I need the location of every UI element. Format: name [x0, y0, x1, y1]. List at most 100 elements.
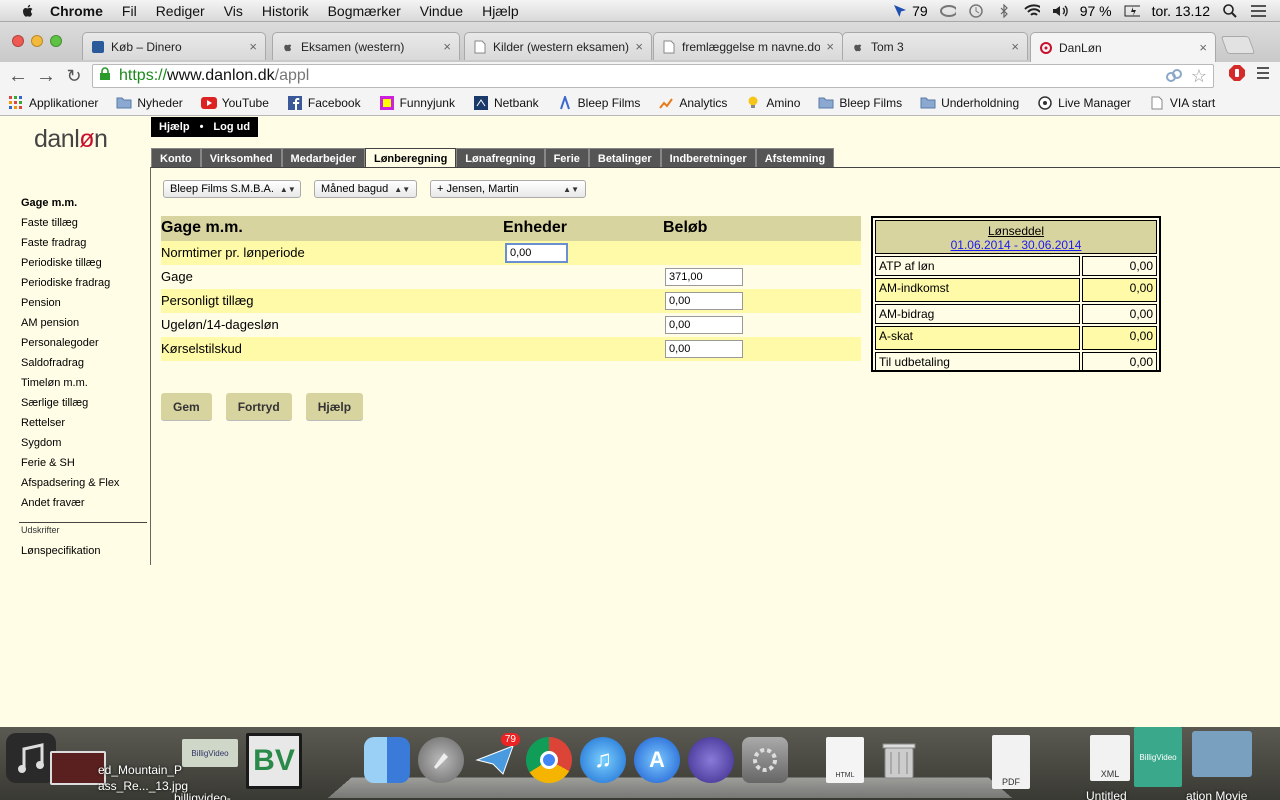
time-machine-icon[interactable]: [968, 3, 984, 18]
browser-tab-active[interactable]: DanLøn ×: [1030, 32, 1216, 62]
danlon-logo[interactable]: danløn: [34, 125, 108, 154]
browser-tab[interactable]: Eksamen (western) ×: [272, 32, 460, 60]
sidebar-item-periodiske-tillaeg[interactable]: Periodiske tillæg: [21, 257, 102, 269]
save-button[interactable]: Gem: [161, 393, 212, 420]
close-tab-icon[interactable]: ×: [826, 39, 834, 54]
forward-arrow-icon[interactable]: →: [32, 62, 60, 90]
sidebar-item-faste-tillaeg[interactable]: Faste tillæg: [21, 217, 78, 229]
sidebar-item-sygdom[interactable]: Sygdom: [21, 437, 61, 449]
spotlight-search-icon[interactable]: [1222, 3, 1238, 18]
sidebar-item-lonspecifikation[interactable]: Lønspecifikation: [21, 545, 101, 557]
sidebar-item-afspadsering[interactable]: Afspadsering & Flex: [21, 477, 119, 489]
music-note-icon[interactable]: [6, 733, 56, 783]
bookmark-bleep-films[interactable]: Bleep Films: [557, 95, 640, 110]
close-tab-icon[interactable]: ×: [1011, 39, 1019, 54]
help-button[interactable]: Hjælp: [305, 393, 364, 420]
bookmark-amino[interactable]: Amino: [745, 96, 800, 110]
creative-cloud-icon[interactable]: [939, 4, 956, 18]
billigvideo-thumbnail-icon[interactable]: BilligVideo: [182, 739, 238, 767]
menu-hjaelp[interactable]: Hjælp: [482, 3, 519, 19]
tab-konto[interactable]: Konto: [151, 148, 201, 168]
sidebar-item-faste-fradrag[interactable]: Faste fradrag: [21, 237, 86, 249]
ugelon-amount-input[interactable]: [665, 316, 743, 334]
menu-fil[interactable]: Fil: [122, 3, 137, 19]
bookmark-analytics[interactable]: Analytics: [658, 96, 727, 110]
apple-menu-icon[interactable]: [20, 3, 36, 19]
volume-icon[interactable]: [1052, 4, 1068, 18]
period-select[interactable]: Måned bagud ▲▼: [314, 180, 417, 198]
wifi-icon[interactable]: [1023, 3, 1040, 18]
close-tab-icon[interactable]: ×: [1199, 40, 1207, 55]
new-tab-button[interactable]: [1220, 36, 1256, 54]
sidebar-item-rettelser[interactable]: Rettelser: [21, 417, 65, 429]
bookmark-nyheder[interactable]: Nyheder: [116, 96, 183, 110]
bookmark-live-manager[interactable]: Live Manager: [1037, 96, 1131, 110]
close-tab-icon[interactable]: ×: [635, 39, 643, 54]
bv-app-icon[interactable]: BV: [246, 733, 302, 789]
help-link[interactable]: Hjælp: [159, 121, 190, 133]
close-window-button[interactable]: [12, 35, 24, 47]
korselstilskud-amount-input[interactable]: [665, 340, 743, 358]
sidebar-item-pension[interactable]: Pension: [21, 297, 61, 309]
xml-file-icon[interactable]: XML: [1090, 735, 1130, 781]
sidebar-item-personalegoder[interactable]: Personalegoder: [21, 337, 99, 349]
tab-virksomhed[interactable]: Virksomhed: [200, 148, 282, 168]
sidebar-item-ferie-sh[interactable]: Ferie & SH: [21, 457, 75, 469]
finder-icon[interactable]: [364, 737, 410, 783]
bookmark-via-start[interactable]: VIA start: [1149, 96, 1215, 110]
tab-indberetninger[interactable]: Indberetninger: [660, 148, 756, 168]
menu-vis[interactable]: Vis: [224, 3, 243, 19]
bookmark-netbank[interactable]: Netbank: [473, 95, 539, 110]
notification-center-icon[interactable]: [1250, 4, 1266, 18]
bookmark-youtube[interactable]: YouTube: [200, 96, 269, 110]
browser-tab[interactable]: fremlæggelse m navne.docx ×: [653, 32, 843, 60]
sidebar-item-gage[interactable]: Gage m.m.: [21, 197, 77, 209]
browser-tab[interactable]: Tom 3 ×: [842, 32, 1028, 60]
normtimer-units-input[interactable]: [505, 243, 568, 263]
close-tab-icon[interactable]: ×: [249, 39, 257, 54]
html-file-icon[interactable]: HTML: [826, 737, 864, 783]
bluetooth-icon[interactable]: [996, 3, 1012, 18]
location-arrow-icon[interactable]: [892, 4, 908, 18]
browser-tab[interactable]: Køb – Dinero ×: [82, 32, 266, 60]
chrome-icon[interactable]: [526, 737, 572, 783]
folder-icon[interactable]: [1192, 731, 1252, 777]
app-store-icon[interactable]: A: [634, 737, 680, 783]
system-preferences-icon[interactable]: [742, 737, 788, 783]
sidebar-item-saldofradrag[interactable]: Saldofradrag: [21, 357, 84, 369]
script-editor-icon[interactable]: [688, 737, 734, 783]
back-arrow-icon[interactable]: ←: [4, 62, 32, 90]
menu-bogmaerker[interactable]: Bogmærker: [328, 3, 401, 19]
chrome-menu-icon[interactable]: [1256, 65, 1270, 84]
pdf-file-icon[interactable]: PDF: [992, 735, 1030, 789]
tab-lonafregning[interactable]: Lønafregning: [456, 148, 545, 168]
company-select[interactable]: Bleep Films S.M.B.A. ▲▼: [163, 180, 301, 198]
sidebar-item-timelon[interactable]: Timeløn m.m.: [21, 377, 88, 389]
minimize-window-button[interactable]: [31, 35, 43, 47]
reload-icon[interactable]: ↻: [60, 62, 88, 90]
address-bar[interactable]: https://www.danlon.dk/appl ☆: [92, 64, 1214, 88]
battery-icon[interactable]: [1124, 4, 1140, 18]
menu-rediger[interactable]: Rediger: [156, 3, 205, 19]
tab-lonberegning[interactable]: Lønberegning: [364, 148, 457, 168]
bookmark-funnyjunk[interactable]: Funnyjunk: [379, 95, 455, 110]
bookmark-bleep-films-folder[interactable]: Bleep Films: [818, 96, 902, 110]
bookmark-facebook[interactable]: Facebook: [287, 95, 361, 110]
billigvideo-thumbnail-icon[interactable]: BilligVideo: [1134, 727, 1182, 787]
launchpad-rocket-icon[interactable]: [418, 737, 464, 783]
personligt-tillaeg-amount-input[interactable]: [665, 292, 743, 310]
adblock-icon[interactable]: [1228, 64, 1246, 85]
tab-afstemning[interactable]: Afstemning: [755, 148, 835, 168]
cancel-button[interactable]: Fortryd: [225, 393, 292, 420]
browser-tab[interactable]: Kilder (western eksamen) ×: [464, 32, 652, 60]
sidebar-item-am-pension[interactable]: AM pension: [21, 317, 79, 329]
payslip-period-link[interactable]: 01.06.2014 - 30.06.2014: [876, 238, 1156, 252]
trash-icon[interactable]: [876, 737, 922, 783]
employee-select[interactable]: + Jensen, Martin ▲▼: [430, 180, 586, 198]
menu-historik[interactable]: Historik: [262, 3, 309, 19]
sidebar-item-saerlige-tillaeg[interactable]: Særlige tillæg: [21, 397, 88, 409]
tab-betalinger[interactable]: Betalinger: [588, 148, 661, 168]
tab-medarbejder[interactable]: Medarbejder: [281, 148, 365, 168]
menu-app-chrome[interactable]: Chrome: [50, 3, 103, 19]
itunes-icon[interactable]: ♫: [580, 737, 626, 783]
